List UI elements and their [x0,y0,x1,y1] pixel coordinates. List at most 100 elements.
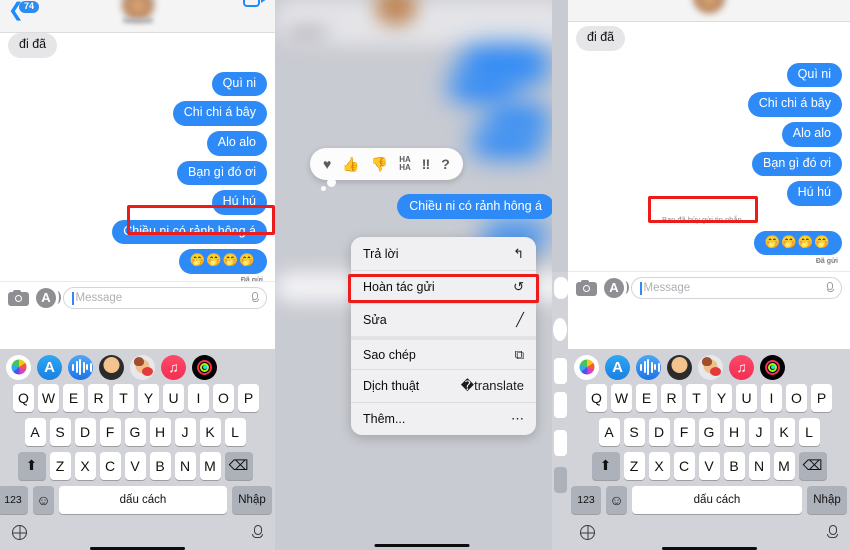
key-h[interactable]: H [149,417,171,446]
microphone-dictation-icon[interactable] [827,524,838,541]
globe-language-icon[interactable] [580,525,595,540]
message-bubble-outgoing[interactable]: Quì ni [786,62,842,88]
memoji-stickers-app-icon[interactable] [130,354,155,380]
menu-item-more[interactable]: Thêm... ⋯ [351,402,536,435]
focused-message-bubble[interactable]: Chiều ni có rảnh hông á [397,194,554,219]
key-u[interactable]: U [163,383,184,412]
menu-item-copy[interactable]: Sao chép ⧉ [351,336,536,369]
search-input[interactable]: Message [631,277,842,299]
key-i[interactable]: I [188,383,209,412]
key-g[interactable]: G [698,417,720,446]
microphone-dictation-icon[interactable] [252,524,263,541]
globe-language-icon[interactable] [12,525,27,540]
menu-item-reply[interactable]: Trả lời ↰ [351,237,536,270]
message-bubble-outgoing[interactable]: Alo alo [206,130,267,156]
key-v[interactable]: V [124,451,146,480]
music-app-icon[interactable]: ♫ [729,354,754,380]
camera-icon[interactable] [576,280,597,296]
key-j[interactable]: J [748,417,770,446]
space-key[interactable]: dấu cách [59,485,227,514]
key-l[interactable]: L [798,417,820,446]
key-k[interactable]: K [773,417,795,446]
message-bubble-outgoing[interactable]: Chi chi á bây [172,101,267,126]
message-bubble-outgoing[interactable]: Chi chi á bây [747,92,842,117]
app-store-icon[interactable]: A [36,288,61,308]
key-o[interactable]: O [786,383,807,412]
key-n[interactable]: N [748,451,770,480]
numeric-key[interactable]: 123 [571,485,601,514]
video-camera-icon[interactable] [243,0,267,8]
shift-up-arrow-icon[interactable]: ⬆ [17,451,46,480]
message-bubble-incoming[interactable]: đi đã [8,33,58,58]
key-a[interactable]: A [24,417,46,446]
key-g[interactable]: G [124,417,146,446]
message-bubble-outgoing[interactable]: Bạn gì đó ơi [177,160,267,186]
key-t[interactable]: T [686,383,707,412]
heart-reaction-icon[interactable]: ♥ [323,157,331,171]
key-r[interactable]: R [661,383,682,412]
fitness-app-icon[interactable] [192,354,217,380]
app-store-app-icon[interactable]: A [37,354,62,380]
key-p[interactable]: P [811,383,832,412]
key-s[interactable]: S [623,417,645,446]
key-x[interactable]: X [648,451,670,480]
music-app-icon[interactable]: ♫ [161,354,186,380]
avatar[interactable] [692,0,726,14]
message-bubble-outgoing[interactable]: Hú hú [786,181,842,206]
message-bubble-incoming[interactable]: đi đã [576,26,626,51]
question-reaction-icon[interactable]: ? [441,157,450,171]
digital-touch-app-icon[interactable] [636,354,661,380]
key-z[interactable]: Z [49,451,71,480]
message-bubble-outgoing[interactable]: Quì ni [211,71,267,97]
key-e[interactable]: E [63,383,84,412]
camera-icon[interactable] [8,290,29,306]
app-store-icon[interactable]: A [604,278,629,298]
key-q[interactable]: Q [13,383,34,412]
key-c[interactable]: C [99,451,121,480]
key-f[interactable]: F [673,417,695,446]
key-k[interactable]: K [199,417,221,446]
menu-item-translate[interactable]: Dịch thuật �translate [351,369,536,402]
key-w[interactable]: W [611,383,632,412]
key-f[interactable]: F [99,417,121,446]
microphone-icon[interactable] [827,282,834,292]
key-t[interactable]: T [113,383,134,412]
key-b[interactable]: B [723,451,745,480]
home-indicator-bar[interactable] [661,546,757,550]
key-n[interactable]: N [174,451,196,480]
key-v[interactable]: V [698,451,720,480]
space-key[interactable]: dấu cách [632,485,802,514]
key-l[interactable]: L [224,417,246,446]
memoji-app-icon[interactable] [99,354,124,380]
photos-app-icon[interactable] [6,354,31,380]
key-u[interactable]: U [736,383,757,412]
key-x[interactable]: X [74,451,96,480]
key-w[interactable]: W [38,383,59,412]
key-s[interactable]: S [49,417,71,446]
key-p[interactable]: P [238,383,259,412]
digital-touch-app-icon[interactable] [68,354,93,380]
key-a[interactable]: A [598,417,620,446]
key-d[interactable]: D [648,417,670,446]
key-r[interactable]: R [88,383,109,412]
numeric-key[interactable]: 123 [0,485,28,514]
key-z[interactable]: Z [623,451,645,480]
app-store-app-icon[interactable]: A [605,354,630,380]
key-b[interactable]: B [149,451,171,480]
key-j[interactable]: J [174,417,196,446]
memoji-stickers-app-icon[interactable] [698,354,723,380]
home-indicator-bar[interactable] [90,546,185,550]
message-bubble-outgoing[interactable]: Alo alo [781,121,842,147]
message-bubble-emoji[interactable]: 🤭🤭🤭🤭 [178,249,267,274]
key-c[interactable]: C [673,451,695,480]
menu-item-edit[interactable]: Sửa ╱ [351,303,536,336]
return-key[interactable]: Nhập [807,485,847,514]
backspace-delete-icon[interactable]: ⌫ [224,451,253,480]
backspace-delete-icon[interactable]: ⌫ [798,451,827,480]
key-m[interactable]: M [199,451,221,480]
thumbs-up-reaction-icon[interactable]: 👍 [342,157,359,171]
message-bubble-outgoing[interactable]: Bạn gì đó ơi [752,151,842,177]
message-bubble-emoji[interactable]: 🤭🤭🤭🤭 [753,230,842,256]
haha-reaction-icon[interactable]: HA HA [399,156,411,172]
home-indicator-bar[interactable] [374,543,469,547]
